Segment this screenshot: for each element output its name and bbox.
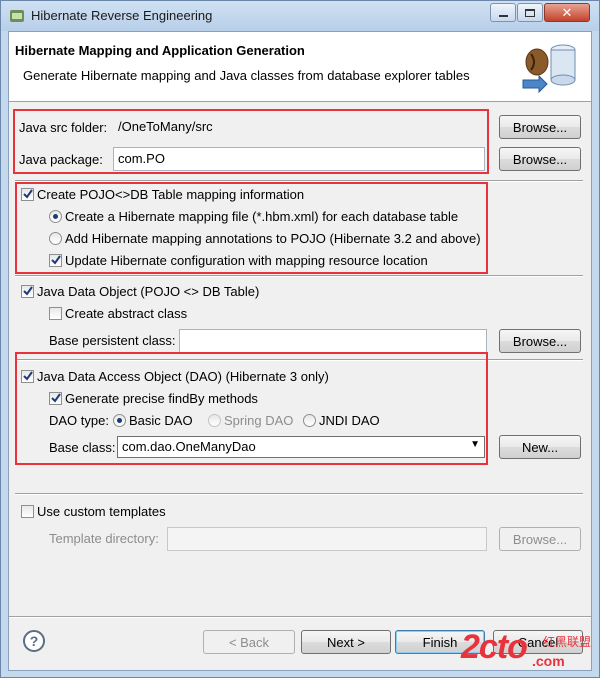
window-title: Hibernate Reverse Engineering — [31, 8, 213, 23]
dialog-window: Hibernate Reverse Engineering ✕ Hibernat… — [0, 0, 600, 678]
highlight-box-mapping — [15, 182, 488, 274]
title-bar[interactable]: Hibernate Reverse Engineering ✕ — [1, 1, 599, 31]
highlight-box-source — [13, 109, 489, 174]
browse-base-persistent-button[interactable]: Browse... — [499, 329, 581, 353]
app-icon — [9, 8, 25, 24]
abstract-class-label: Create abstract class — [65, 306, 188, 321]
browse-package-button[interactable]: Browse... — [499, 147, 581, 171]
wizard-banner: Hibernate Mapping and Application Genera… — [9, 32, 591, 102]
watermark-cn-text: 红黑联盟 — [543, 635, 592, 649]
data-object-label: Java Data Object (POJO <> DB Table) — [37, 284, 260, 299]
separator — [15, 493, 583, 495]
browse-template-directory-button[interactable]: Browse... — [499, 527, 581, 551]
custom-templates-label: Use custom templates — [37, 504, 166, 519]
custom-templates-checkbox[interactable] — [21, 505, 34, 518]
maximize-icon — [525, 8, 535, 17]
watermark-logo-text: 2cto — [461, 628, 528, 666]
close-icon: ✕ — [561, 4, 573, 20]
template-directory-label: Template directory: — [49, 531, 159, 546]
close-button[interactable]: ✕ — [544, 3, 590, 22]
back-button[interactable]: < Back — [203, 630, 295, 654]
help-icon[interactable]: ? — [23, 630, 45, 652]
page-description: Generate Hibernate mapping and Java clas… — [23, 68, 470, 83]
maximize-button[interactable] — [517, 3, 543, 22]
template-directory-field[interactable] — [167, 527, 487, 551]
minimize-icon — [498, 14, 508, 17]
separator — [15, 275, 583, 277]
new-base-class-button[interactable]: New... — [499, 435, 581, 459]
watermark-domain: .com — [532, 653, 565, 669]
page-title: Hibernate Mapping and Application Genera… — [15, 43, 305, 58]
next-button[interactable]: Next > — [301, 630, 391, 654]
highlight-box-dao — [15, 352, 488, 465]
data-object-checkbox[interactable] — [21, 285, 34, 298]
dialog-content: Hibernate Mapping and Application Genera… — [8, 31, 592, 671]
minimize-button[interactable] — [490, 3, 516, 22]
separator — [9, 616, 591, 618]
checkmark-icon — [22, 284, 33, 299]
abstract-class-checkbox[interactable] — [49, 307, 62, 320]
base-persistent-label: Base persistent class: — [49, 333, 176, 348]
browse-src-folder-button[interactable]: Browse... — [499, 115, 581, 139]
base-persistent-field[interactable] — [179, 329, 487, 353]
watermark-logo: 2cto — [461, 628, 528, 667]
database-wizard-icon — [517, 40, 581, 96]
